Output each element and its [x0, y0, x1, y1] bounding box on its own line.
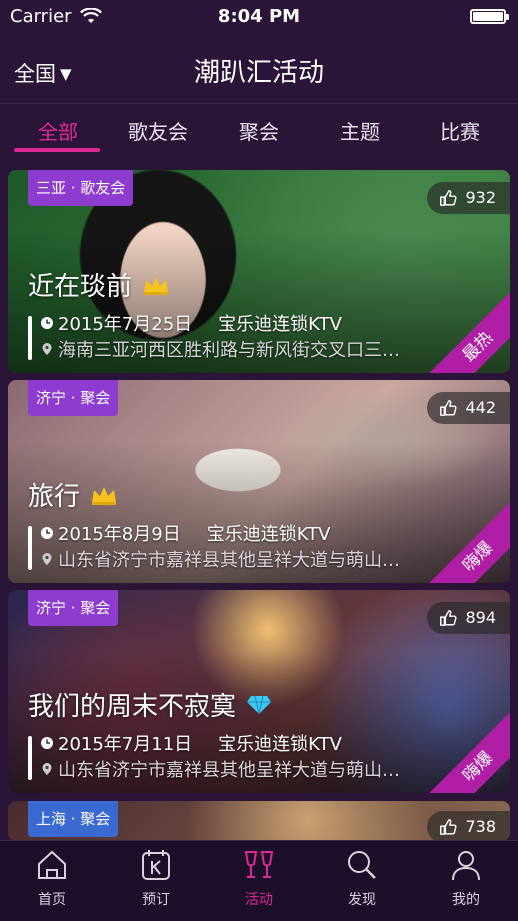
location-pin-icon	[42, 343, 52, 355]
like-count: 442	[465, 398, 496, 417]
bottom-tab-bar: 首页 预订 活动 发现 我的	[0, 840, 518, 921]
tab-bar-booking[interactable]: 预订	[104, 847, 208, 909]
status-bar: Carrier 8:04 PM	[0, 0, 518, 34]
tab-party[interactable]: 聚会	[209, 116, 309, 145]
event-card[interactable]: 三亚 · 歌友会 932 近在琰前 2015年7月25日 宝乐迪连锁KTV 海南…	[8, 170, 510, 373]
event-card[interactable]: 济宁 · 聚会 894 我们的周末不寂寞 2015年7月11日 宝乐迪连锁KTV…	[8, 590, 510, 793]
tab-fan-meeting[interactable]: 歌友会	[108, 116, 208, 145]
event-address: 山东省济宁市嘉祥县其他呈祥大道与萌山…	[58, 760, 400, 781]
page-title: 潮趴汇活动	[193, 58, 324, 88]
nav-bar: 全国 ▼ 潮趴汇活动	[0, 34, 518, 102]
like-count: 738	[465, 817, 496, 836]
profile-icon	[452, 851, 480, 881]
event-datetime-venue: 2015年8月9日 宝乐迪连锁KTV	[40, 520, 330, 546]
event-date: 2015年7月25日	[58, 314, 193, 335]
like-counter[interactable]: 894	[427, 602, 510, 634]
home-icon	[38, 850, 66, 879]
event-title: 我们的周末不寂寞	[28, 692, 237, 722]
event-date: 2015年8月9日	[58, 524, 181, 545]
event-address: 海南三亚河西区胜利路与新风街交叉口三…	[58, 340, 400, 361]
like-counter[interactable]: 738	[427, 811, 510, 841]
event-venue: 宝乐迪连锁KTV	[218, 314, 342, 335]
thumbs-up-icon	[440, 610, 458, 626]
battery-icon	[470, 9, 509, 24]
tab-theme[interactable]: 主题	[310, 116, 410, 145]
tab-bar-label: 我的	[452, 892, 480, 908]
diamond-icon	[247, 695, 272, 714]
clock-icon	[41, 317, 53, 329]
city-category-tag: 济宁 · 聚会	[28, 590, 119, 626]
category-tabs: 全部 歌友会 聚会 主题 比赛	[0, 104, 518, 154]
active-tab-indicator	[14, 148, 100, 152]
tab-all[interactable]: 全部	[8, 116, 108, 145]
event-address-row: 海南三亚河西区胜利路与新风街交叉口三…	[40, 336, 438, 362]
event-address-row: 山东省济宁市嘉祥县其他呈祥大道与萌山…	[40, 546, 438, 572]
tab-bar-profile[interactable]: 我的	[414, 847, 518, 909]
event-venue: 宝乐迪连锁KTV	[206, 524, 331, 545]
like-count: 894	[465, 608, 496, 627]
city-category-tag: 上海 · 聚会	[28, 801, 119, 837]
tab-contest[interactable]: 比赛	[410, 116, 510, 145]
event-title: 旅行	[28, 482, 81, 512]
tab-bar-label: 发现	[348, 892, 376, 908]
event-datetime-venue: 2015年7月25日 宝乐迪连锁KTV	[40, 310, 342, 336]
event-venue: 宝乐迪连锁KTV	[218, 734, 342, 755]
location-pin-icon	[42, 763, 52, 775]
cheers-icon	[244, 851, 274, 878]
event-address-row: 山东省济宁市嘉祥县其他呈祥大道与萌山…	[40, 756, 438, 782]
search-icon	[348, 851, 376, 879]
event-address: 山东省济宁市嘉祥县其他呈祥大道与萌山…	[58, 550, 400, 571]
event-datetime-venue: 2015年7月11日 宝乐迪连锁KTV	[40, 730, 342, 756]
like-counter[interactable]: 932	[427, 182, 510, 214]
like-counter[interactable]: 442	[427, 392, 510, 424]
event-card[interactable]: 济宁 · 聚会 442 旅行 2015年8月9日 宝乐迪连锁KTV 山东省济宁市…	[8, 380, 510, 583]
location-pin-icon	[42, 553, 52, 565]
thumbs-up-icon	[440, 400, 458, 416]
thumbs-up-icon	[440, 819, 458, 835]
thumbs-up-icon	[440, 190, 458, 206]
city-category-tag: 三亚 · 歌友会	[28, 170, 134, 206]
ktv-booking-icon	[142, 850, 170, 880]
tab-bar-label: 活动	[245, 892, 273, 908]
clock-time: 8:04 PM	[217, 6, 301, 27]
tab-bar-events[interactable]: 活动	[207, 847, 311, 909]
crown-icon	[92, 486, 117, 505]
tab-bar-label: 预订	[142, 892, 170, 908]
like-count: 932	[465, 188, 496, 207]
event-card[interactable]: 上海 · 聚会 738	[8, 801, 510, 841]
crown-icon	[144, 276, 169, 295]
event-date: 2015年7月11日	[58, 734, 193, 755]
city-category-tag: 济宁 · 聚会	[28, 380, 119, 416]
clock-icon	[41, 527, 53, 539]
tab-bar-home[interactable]: 首页	[0, 847, 104, 909]
tab-bar-label: 首页	[38, 892, 66, 908]
clock-icon	[41, 737, 53, 749]
event-title: 近在琰前	[28, 272, 133, 302]
tab-bar-discover[interactable]: 发现	[310, 847, 414, 909]
